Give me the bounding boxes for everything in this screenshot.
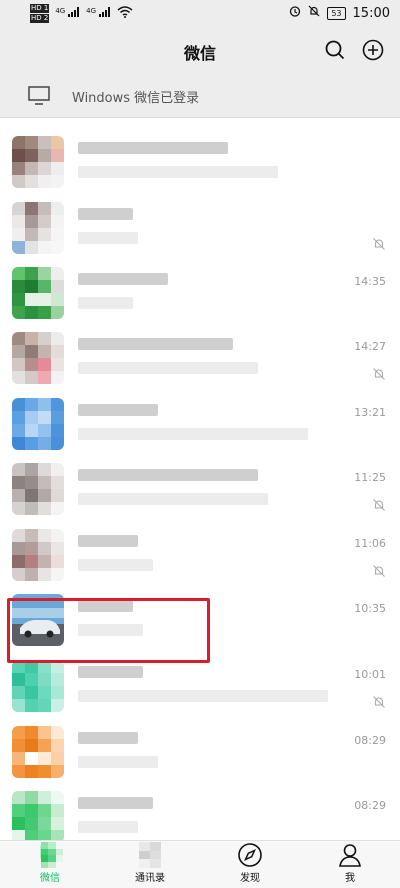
chat-name-redacted [78, 732, 138, 744]
tab-me-label: 我 [345, 873, 355, 884]
tab-discover[interactable]: 发现 [200, 841, 300, 888]
chat-preview-redacted [78, 428, 308, 440]
chat-row[interactable]: 08:29 [0, 716, 400, 785]
compass-icon [238, 843, 262, 867]
chat-row[interactable] [0, 192, 400, 261]
avatar [12, 660, 64, 712]
chat-name-redacted [78, 797, 153, 809]
chat-preview-redacted [78, 493, 268, 505]
status-right: 53 15:00 [289, 5, 390, 21]
chat-time: 14:35 [354, 275, 386, 288]
chat-preview-redacted [78, 756, 158, 768]
windows-login-text: Windows 微信已登录 [72, 91, 200, 106]
sim2-label: HD 2 [30, 14, 50, 23]
chat-time: 11:25 [354, 471, 386, 484]
chat-preview-redacted [78, 821, 138, 833]
tab-contacts[interactable]: 通讯录 [100, 841, 200, 888]
avatar [12, 594, 64, 646]
tab-bar: 微信 通讯录 发现 我 [0, 840, 400, 888]
chat-row[interactable]: 14:35 [0, 257, 400, 326]
chat-name-redacted [78, 273, 168, 285]
avatar [12, 202, 64, 254]
signal-2-icon: 4G [86, 7, 111, 20]
chat-time: 14:27 [354, 340, 386, 353]
add-button[interactable] [362, 39, 384, 61]
search-icon [325, 40, 345, 60]
battery-icon: 53 [327, 6, 346, 20]
avatar [12, 791, 64, 840]
chat-preview-redacted [78, 232, 138, 244]
chat-time: 10:35 [354, 602, 386, 615]
chat-row[interactable]: 08:29 [0, 781, 400, 840]
avatar [12, 332, 64, 384]
chat-preview-redacted [78, 166, 278, 178]
muted-bell-icon [372, 497, 386, 511]
chat-preview-redacted [78, 297, 133, 309]
wifi-icon [117, 6, 133, 21]
chat-row[interactable]: 11:06 [0, 519, 400, 588]
mute-bell-icon [308, 5, 320, 21]
chat-row[interactable] [0, 126, 400, 195]
alarm-icon [289, 5, 301, 21]
avatar [12, 529, 64, 581]
muted-bell-icon [372, 694, 386, 708]
chat-time: 11:06 [354, 537, 386, 550]
chat-time: 13:21 [354, 406, 386, 419]
tab-chats[interactable]: 微信 [0, 841, 100, 888]
tab-me[interactable]: 我 [300, 841, 400, 888]
tab-discover-label: 发现 [240, 873, 260, 884]
chat-preview-redacted [78, 559, 153, 571]
chat-name-redacted [78, 404, 158, 416]
chat-row[interactable]: 11:25 [0, 453, 400, 522]
chat-preview-redacted [78, 624, 143, 636]
search-button[interactable] [324, 39, 346, 61]
chat-name-redacted [78, 338, 233, 350]
tab-chats-label: 微信 [40, 873, 60, 884]
person-icon [339, 844, 361, 867]
status-left: HD 1 HD 2 4G 4G [30, 4, 133, 23]
chat-row[interactable]: 14:27 [0, 322, 400, 391]
signal-1-icon: 4G [55, 7, 80, 20]
chat-row[interactable]: 10:35 [0, 584, 400, 653]
chat-name-redacted [78, 208, 133, 220]
chat-list[interactable]: 14:35 14:27 13:21 11:25 11:06 10:35 10:01 08:29… [0, 118, 400, 840]
chat-name-redacted [78, 535, 138, 547]
status-bar: HD 1 HD 2 4G 4G 53 15:00 [0, 0, 400, 28]
muted-bell-icon [372, 366, 386, 380]
tab-contacts-label: 通讯录 [135, 873, 165, 884]
chat-name-redacted [78, 666, 143, 678]
avatar [12, 463, 64, 515]
chat-name-redacted [78, 142, 228, 154]
sim1-label: HD 1 [30, 4, 50, 13]
chat-name-redacted [78, 600, 133, 612]
chat-time: 08:29 [354, 799, 386, 812]
chat-preview-redacted [78, 362, 258, 374]
avatar [12, 726, 64, 778]
muted-bell-icon [372, 563, 386, 577]
avatar [12, 136, 64, 188]
chat-bubble-icon [37, 842, 63, 868]
contacts-icon [139, 842, 161, 868]
chat-row[interactable]: 10:01 [0, 650, 400, 719]
chat-name-redacted [78, 469, 258, 481]
chat-row[interactable]: 13:21 [0, 388, 400, 457]
muted-bell-icon [372, 236, 386, 250]
clock: 15:00 [352, 5, 390, 21]
sim-indicators: HD 1 HD 2 [30, 4, 50, 23]
chat-time: 10:01 [354, 668, 386, 681]
avatar [12, 398, 64, 450]
chat-preview-redacted [78, 690, 328, 702]
header: 微信 [0, 28, 400, 74]
avatar [12, 267, 64, 319]
monitor-icon [28, 86, 50, 105]
plus-circle-icon [362, 39, 384, 61]
chat-time: 08:29 [354, 734, 386, 747]
windows-login-banner[interactable]: Windows 微信已登录 [0, 74, 400, 118]
